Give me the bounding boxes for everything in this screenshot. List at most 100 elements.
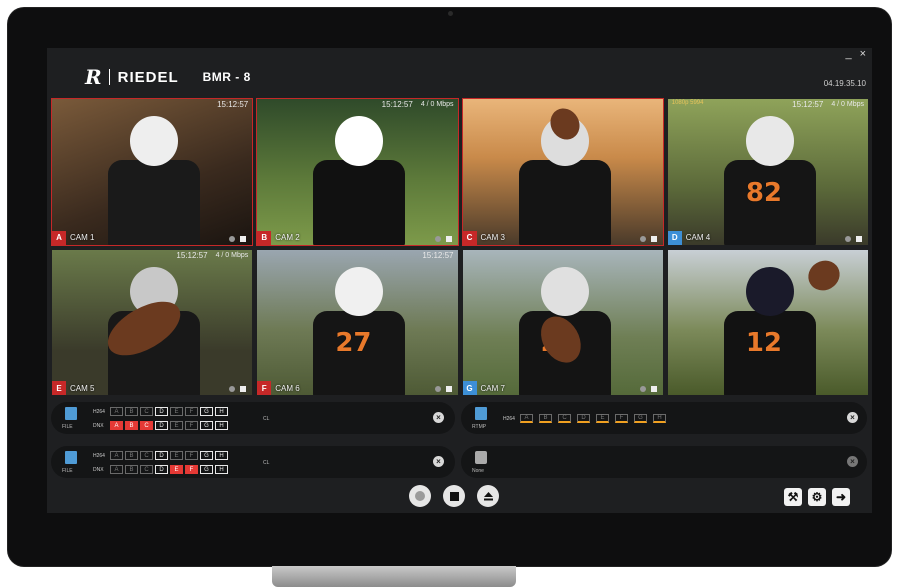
fullscreen-icon[interactable] [240,235,247,242]
source-toggle-c[interactable]: C [140,421,153,430]
video-format: 1080p 5994 [671,100,704,106]
source-toggle-d[interactable]: D [155,465,168,474]
camera-name: CAM 5 [70,383,95,393]
helmet [745,266,794,317]
source-toggle-e[interactable]: E [170,407,183,416]
source-toggle-f[interactable]: F [185,421,198,430]
fullscreen-icon[interactable] [856,235,862,242]
source-toggle-e[interactable]: E [596,414,609,423]
close-recorder-button[interactable]: × [847,456,858,467]
source-toggle-d[interactable]: D [577,414,590,423]
fullscreen-icon[interactable] [445,235,452,242]
source-toggle-h[interactable]: H [215,421,228,430]
stop-button[interactable] [443,485,465,507]
player-figure [518,160,611,245]
source-toggle-b[interactable]: B [125,465,138,474]
camera-tile-2[interactable]: 15:12:57 4 / 0 Mbps B CAM 2 [256,98,459,246]
source-toggle-h[interactable]: H [653,414,666,423]
exit-button[interactable]: ➜ [832,488,850,506]
fullscreen-icon[interactable] [650,235,657,242]
source-toggle-g[interactable]: G [200,465,213,474]
tile-icons [434,235,452,242]
codec-row: H264 A B C D E F G H [503,414,670,423]
player-figure [108,160,201,245]
source-toggle-e[interactable]: E [170,451,183,460]
source-toggle-a[interactable]: A [520,414,533,423]
source-toggle-b[interactable]: B [125,421,138,430]
source-toggle-h[interactable]: H [215,451,228,460]
tile-icons [639,386,657,392]
transport-controls [409,485,499,507]
codec-name: H264 [93,452,105,459]
source-toggle-f[interactable]: F [185,451,198,460]
camera-name: CAM 7 [480,383,505,393]
source-toggle-f[interactable]: F [185,407,198,416]
fullscreen-icon[interactable] [650,386,657,392]
source-toggle-e[interactable]: E [170,421,183,430]
camera-tile-8[interactable]: 12 [667,249,869,397]
close-recorder-button[interactable]: × [433,412,444,423]
file-icon[interactable] [65,451,77,464]
source-toggle-g[interactable]: G [200,451,213,460]
source-toggle-c[interactable]: C [140,407,153,416]
camera-name: CAM 2 [275,233,300,242]
source-toggle-e[interactable]: E [170,465,183,474]
eject-button[interactable] [477,485,499,507]
camera-name: CAM 6 [275,383,300,393]
source-toggle-b[interactable]: B [539,414,552,423]
fullscreen-icon[interactable] [445,386,452,392]
rtmp-icon[interactable] [475,407,487,420]
source-toggle-f[interactable]: F [185,465,198,474]
codec-row: H264 A B C D E F G H [93,451,228,460]
source-toggle-b[interactable]: B [125,407,138,416]
source-toggle-h[interactable]: H [215,465,228,474]
source-toggle-a[interactable]: A [110,451,123,460]
settings-button[interactable]: ⚙ [808,488,826,506]
source-toggle-g[interactable]: G [200,421,213,430]
source-toggle-c[interactable]: C [558,414,571,423]
target-label: RTMP [472,424,487,430]
source-toggle-a[interactable]: A [110,421,123,430]
source-toggle-d[interactable]: D [155,451,168,460]
codec-row: H264 A B C D E F G H [93,407,228,416]
record-button[interactable] [409,485,431,507]
tile-icons [434,386,452,392]
source-toggle-c[interactable]: C [140,451,153,460]
bitrate: 4 / 0 Mbps [831,101,864,108]
source-toggle-c[interactable]: C [140,465,153,474]
stop-icon [449,491,459,501]
close-recorder-button[interactable]: × [847,412,858,423]
minimize-button[interactable]: _ [845,48,851,60]
source-toggle-g[interactable]: G [634,414,647,423]
camera-tile-3[interactable]: C CAM 3 [461,98,664,246]
multiview-grid: 15:12:57 A CAM 1 15:12:57 4 / 0 Mbps B CAM 2CC… [51,98,869,396]
source-toggle-f[interactable]: F [615,414,628,423]
camera-tile-4[interactable]: 82 1080p 5994 15:12:57 4 / 0 Mbps D CAM 4 [667,98,869,246]
source-toggle-a[interactable]: A [110,407,123,416]
file-icon[interactable] [65,407,77,420]
close-button[interactable]: × [860,48,866,60]
camera-tile-7[interactable]: 27GCAM 7 [462,249,664,397]
tile-icons [845,235,862,242]
tools-button[interactable]: ⚒ [784,488,802,506]
timecode: 15:12:57 [422,250,454,260]
source-toggle-d[interactable]: D [155,421,168,430]
source-letter: A [52,230,66,245]
none-target-icon[interactable] [475,451,487,464]
source-toggle-g[interactable]: G [200,407,213,416]
source-toggle-h[interactable]: H [215,407,228,416]
source-toggle-d[interactable]: D [155,407,168,416]
audio-icon [845,235,851,242]
source-toggle-a[interactable]: A [110,465,123,474]
codec-name: H264 [503,415,515,422]
camera-tile-1[interactable]: 15:12:57 A CAM 1 [51,98,254,246]
close-recorder-button[interactable]: × [433,456,444,467]
audio-icon [434,386,441,392]
camera-tile-6[interactable]: 27 15:12:57 F CAM 6 [256,249,458,397]
recorder-panel-3: FILE H264 A B C D E F G H DNX A B C D E F G H CL × [51,446,455,478]
record-icon [415,491,425,501]
source-toggle-b[interactable]: B [125,451,138,460]
fullscreen-icon[interactable] [240,386,247,392]
camera-tile-5[interactable]: 15:12:57 4 / 0 Mbps E CAM 5 [51,249,253,397]
tile-status: 15:12:57 [422,251,453,260]
